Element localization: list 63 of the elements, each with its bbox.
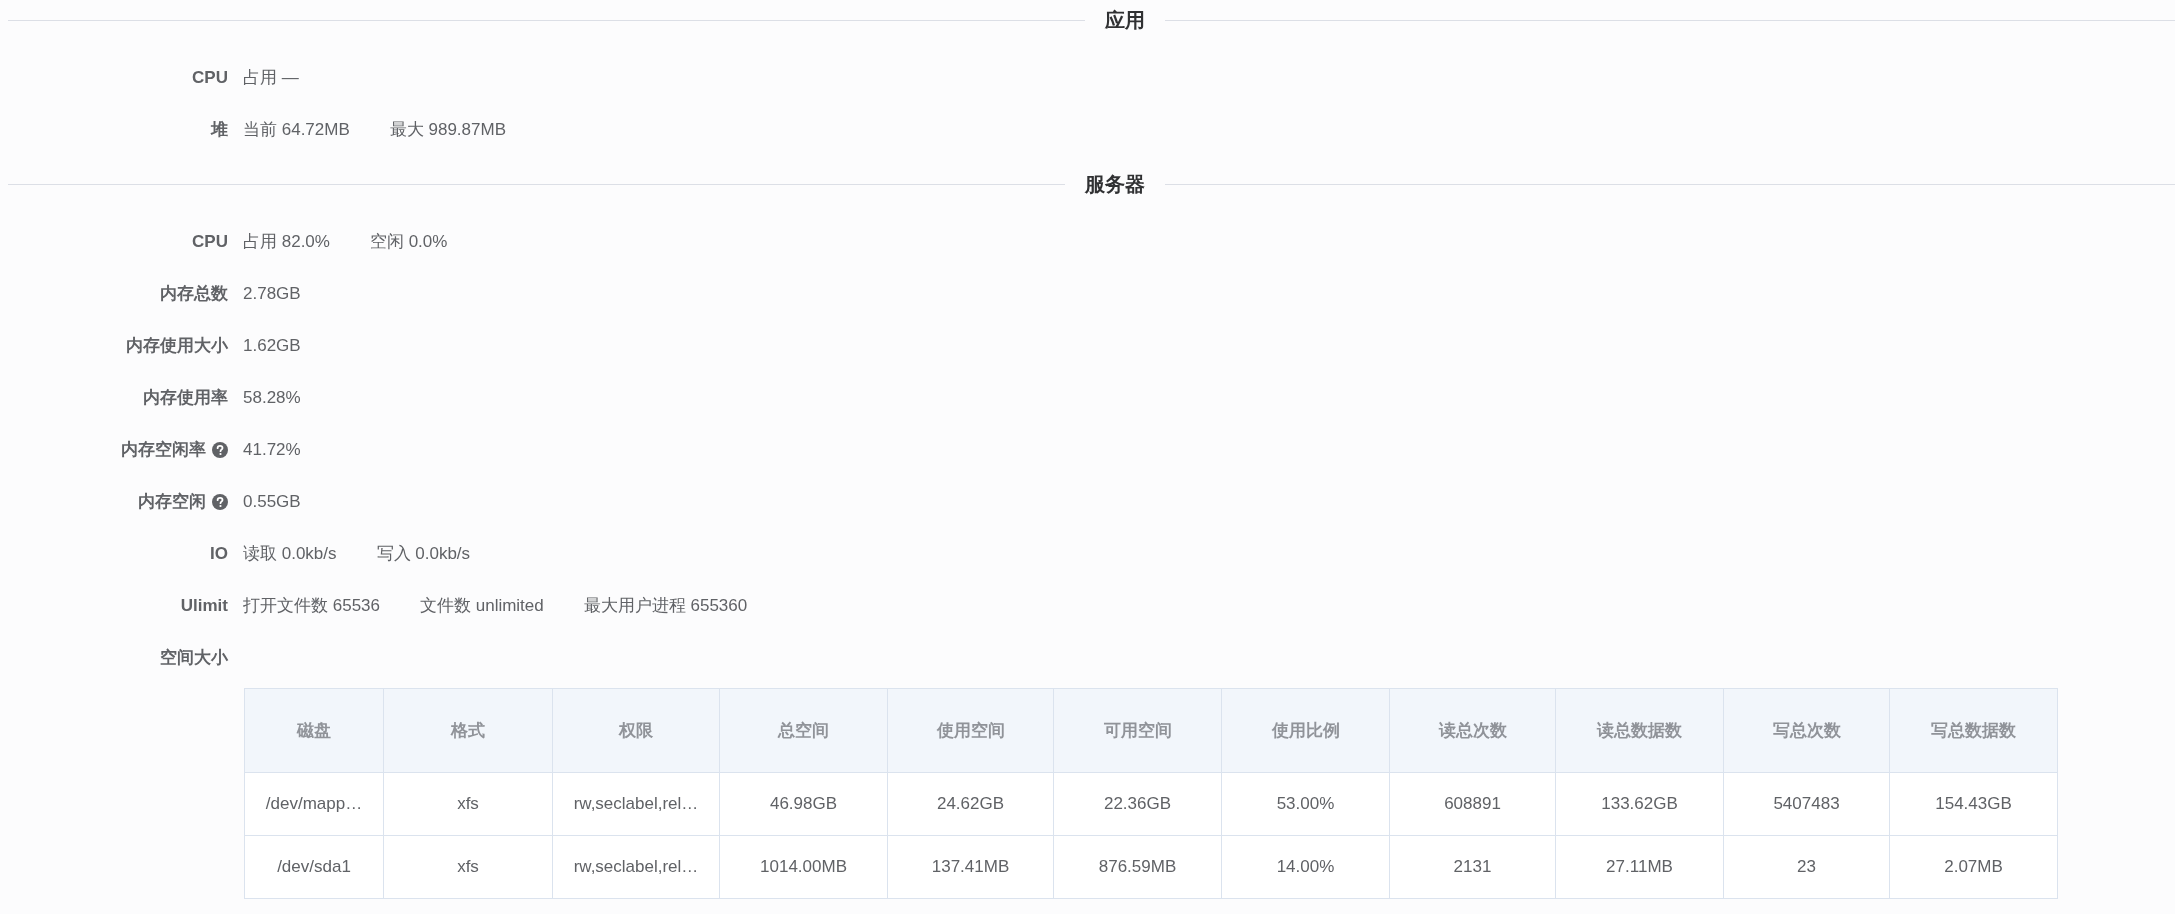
- column-header: 权限: [552, 688, 720, 773]
- field-label: 堆: [211, 119, 228, 142]
- field-value: 打开文件数 65536: [243, 595, 380, 618]
- field-label: IO: [210, 543, 228, 566]
- table-cell: 46.98GB: [719, 772, 888, 836]
- field-label: 内存空闲率: [121, 439, 206, 462]
- field-value: 写入 0.0kb/s: [376, 543, 471, 566]
- column-header: 使用比例: [1221, 688, 1390, 773]
- field-value: 最大 989.87MB: [389, 119, 506, 142]
- column-header: 写总数据数: [1889, 688, 2058, 773]
- table-cell: 154.43GB: [1889, 772, 2058, 836]
- table-cell: 5407483: [1723, 772, 1890, 836]
- table-cell: /dev/mapp…: [244, 772, 384, 836]
- help-icon[interactable]: [212, 494, 228, 510]
- field-value: 最大用户进程 655360: [583, 595, 748, 618]
- table-cell: rw,seclabel,rel…: [552, 772, 720, 836]
- field-value: 1.62GB: [243, 335, 301, 358]
- field-label: 空间大小: [160, 647, 228, 670]
- field-value: 空闲 0.0%: [369, 231, 448, 254]
- table-cell: 14.00%: [1221, 835, 1390, 899]
- table-cell: 2131: [1389, 835, 1556, 899]
- field-value: 读取 0.0kb/s: [243, 543, 337, 566]
- field-label: CPU: [192, 67, 228, 90]
- field-value: 占用 82.0%: [243, 231, 330, 254]
- field-value: 2.78GB: [243, 283, 301, 306]
- table-cell: 2.07MB: [1889, 835, 2058, 899]
- table-cell: 133.62GB: [1555, 772, 1724, 836]
- field-value: 文件数 unlimited: [420, 595, 544, 618]
- table-cell: 23: [1723, 835, 1890, 899]
- table-cell: rw,seclabel,rel…: [552, 835, 720, 899]
- table-cell: 27.11MB: [1555, 835, 1724, 899]
- table-cell: 876.59MB: [1053, 835, 1222, 899]
- column-header: 写总次数: [1723, 688, 1890, 773]
- field-label: 内存总数: [160, 283, 228, 306]
- field-value: 0.55GB: [243, 491, 301, 514]
- column-header: 磁盘: [244, 688, 384, 773]
- table-cell: 137.41MB: [887, 835, 1054, 899]
- field-value: 41.72%: [243, 439, 301, 462]
- field-label: 内存空闲: [138, 491, 206, 514]
- column-header: 使用空间: [887, 688, 1054, 773]
- help-icon[interactable]: [212, 442, 228, 458]
- table-cell: 24.62GB: [887, 772, 1054, 836]
- column-header: 可用空间: [1053, 688, 1222, 773]
- column-header: 格式: [383, 688, 553, 773]
- field-label: 内存使用率: [143, 387, 228, 410]
- field-label: CPU: [192, 231, 228, 254]
- column-header: 读总次数: [1389, 688, 1556, 773]
- field-label: 内存使用大小: [126, 335, 228, 358]
- column-header: 读总数据数: [1555, 688, 1724, 773]
- table-cell: xfs: [383, 772, 553, 836]
- table-cell: xfs: [383, 835, 553, 899]
- field-value: 占用 —: [243, 67, 299, 90]
- table-cell: /dev/sda1: [244, 835, 384, 899]
- field-label: Ulimit: [180, 595, 228, 618]
- section-title: 应用: [1104, 8, 1146, 33]
- section-title: 服务器: [1083, 172, 1146, 197]
- table-cell: 608891: [1389, 772, 1556, 836]
- table-cell: 53.00%: [1221, 772, 1390, 836]
- table-cell: 22.36GB: [1053, 772, 1222, 836]
- table-cell: 1014.00MB: [719, 835, 888, 899]
- column-header: 总空间: [719, 688, 888, 773]
- field-value: 58.28%: [243, 387, 301, 410]
- field-value: 当前 64.72MB: [243, 119, 350, 142]
